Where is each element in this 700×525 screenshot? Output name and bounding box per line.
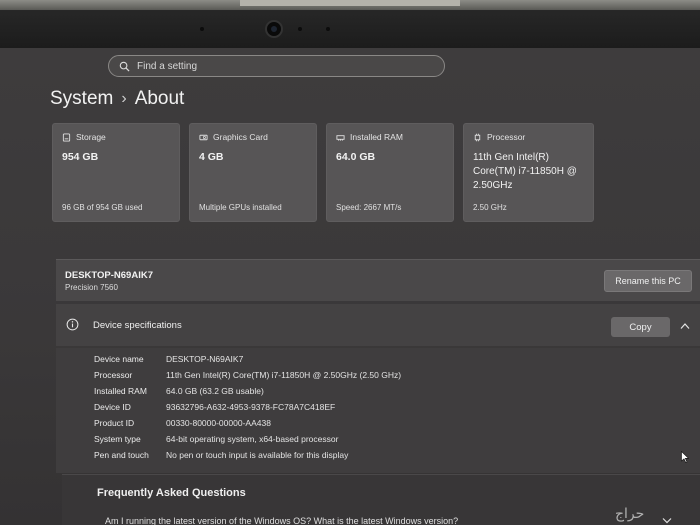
spec-value: DESKTOP-N69AIK7 [166, 354, 244, 364]
card-footer: 96 GB of 954 GB used [62, 203, 143, 212]
card-processor[interactable]: Processor 11th Gen Intel(R) Core(TM) i7-… [463, 123, 594, 222]
card-value: 4 GB [199, 151, 224, 163]
rename-pc-button[interactable]: Rename this PC [604, 270, 692, 292]
pc-model: Precision 7560 [65, 283, 118, 292]
card-title: Storage [76, 132, 106, 142]
card-graphics[interactable]: Graphics Card 4 GB Multiple GPUs install… [189, 123, 317, 222]
breadcrumb-system[interactable]: System [50, 88, 113, 110]
sensor-dot [200, 27, 204, 31]
spec-key: Device ID [94, 402, 131, 412]
spec-key: Product ID [94, 418, 135, 428]
spec-row: Installed RAM 64.0 GB (63.2 GB usable) [94, 386, 264, 396]
pc-name: DESKTOP-N69AIK7 [65, 270, 153, 281]
chevron-up-icon[interactable] [680, 322, 690, 330]
ram-icon [336, 134, 345, 141]
search-icon [119, 61, 130, 72]
breadcrumb: System › About [50, 88, 184, 110]
card-title: Processor [487, 132, 526, 142]
specs-title: Device specifications [93, 320, 182, 331]
faq-section: Frequently Asked Questions Am I running … [62, 474, 700, 525]
faq-question[interactable]: Am I running the latest version of the W… [105, 516, 458, 525]
card-storage[interactable]: Storage 954 GB 96 GB of 954 GB used [52, 123, 180, 222]
search-input[interactable]: Find a setting [108, 55, 445, 77]
mouse-cursor-icon [681, 451, 689, 463]
device-specifications-header[interactable]: Device specifications Copy [56, 304, 700, 346]
spec-row: Pen and touch No pen or touch input is a… [94, 450, 348, 460]
bezel-strip [240, 0, 460, 6]
search-placeholder: Find a setting [137, 60, 198, 72]
webcam [265, 20, 283, 38]
spec-value: No pen or touch input is available for t… [166, 450, 349, 460]
info-icon [66, 318, 79, 331]
graphics-card-icon [199, 134, 208, 140]
sensor-dot [326, 27, 330, 31]
card-value: 954 GB [62, 151, 99, 163]
spec-key: Processor [94, 370, 133, 380]
device-name-panel: DESKTOP-N69AIK7 Precision 7560 Rename th… [56, 259, 700, 301]
faq-title: Frequently Asked Questions [97, 487, 246, 499]
card-title: Installed RAM [350, 132, 403, 142]
card-footer: 2.50 GHz [473, 203, 507, 212]
copy-button[interactable]: Copy [611, 317, 670, 337]
page-title: About [134, 88, 185, 109]
watermark-logo: حراج [615, 506, 645, 522]
spec-row: Device name DESKTOP-N69AIK7 [94, 354, 243, 364]
spec-value: 64.0 GB (63.2 GB usable) [166, 386, 264, 396]
spec-row: Processor 11th Gen Intel(R) Core(TM) i7-… [94, 370, 401, 380]
spec-row: Device ID 93632796-A632-4953-9378-FC78A7… [94, 402, 335, 412]
card-title: Graphics Card [213, 132, 268, 142]
card-ram[interactable]: Installed RAM 64.0 GB Speed: 2667 MT/s [326, 123, 454, 222]
processor-icon [474, 133, 481, 141]
sensor-dot [298, 27, 302, 31]
spec-key: Device name [94, 354, 144, 364]
spec-value: 64-bit operating system, x64-based proce… [166, 434, 339, 444]
card-footer: Multiple GPUs installed [199, 203, 282, 212]
spec-row: Product ID 00330-80000-00000-AA438 [94, 418, 271, 428]
device-specifications-body: Device name DESKTOP-N69AIK7 Processor 11… [56, 348, 700, 473]
spec-key: Pen and touch [94, 450, 149, 460]
storage-icon [62, 132, 71, 142]
spec-key: System type [94, 434, 141, 444]
laptop-bezel [0, 0, 700, 48]
spec-value: 93632796-A632-4953-9378-FC78A7C418EF [166, 402, 336, 412]
spec-value: 11th Gen Intel(R) Core(TM) i7-11850H @ 2… [166, 370, 402, 380]
card-value: 11th Gen Intel(R) Core(TM) i7-11850H @ 2… [473, 152, 577, 191]
chevron-down-icon[interactable] [662, 517, 672, 524]
card-footer: Speed: 2667 MT/s [336, 203, 402, 212]
breadcrumb-separator: › [121, 90, 127, 107]
spec-key: Installed RAM [94, 386, 147, 396]
spec-row: System type 64-bit operating system, x64… [94, 434, 338, 444]
card-value: 64.0 GB [336, 151, 376, 163]
settings-window: Find a setting System › About Storage 95… [0, 48, 700, 525]
spec-value: 00330-80000-00000-AA438 [166, 418, 271, 428]
